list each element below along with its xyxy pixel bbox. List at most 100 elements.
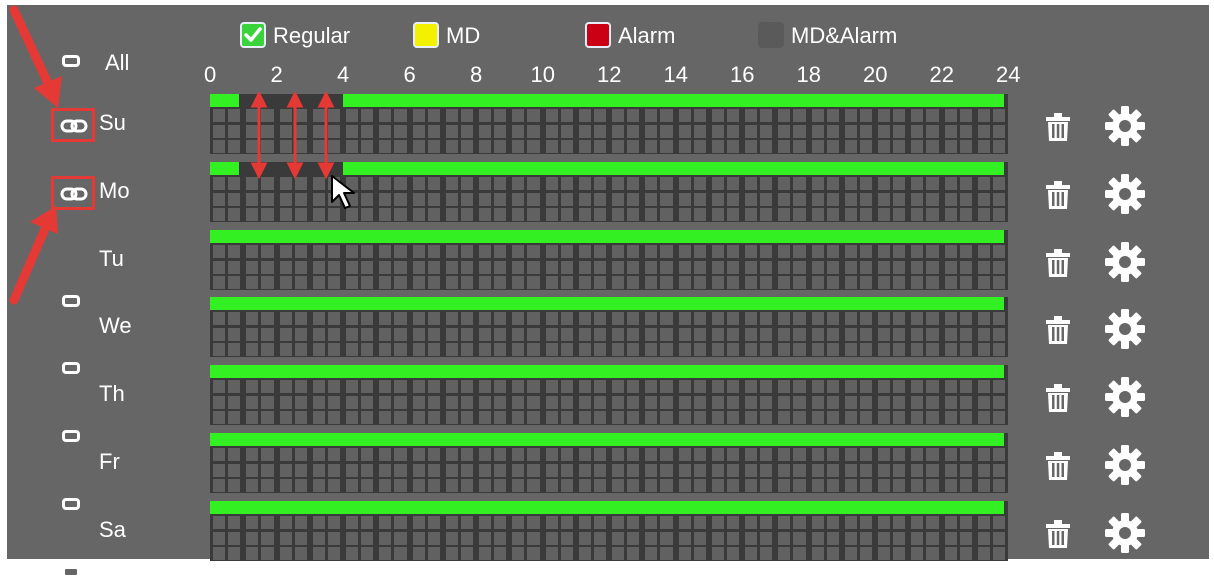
schedule-cell[interactable] xyxy=(878,208,891,221)
schedule-cell[interactable] xyxy=(745,411,758,424)
schedule-cell[interactable] xyxy=(911,125,924,138)
schedule-cell[interactable] xyxy=(844,208,857,221)
schedule-cell[interactable] xyxy=(760,109,773,122)
schedule-cell[interactable] xyxy=(560,177,573,190)
schedule-cell[interactable] xyxy=(412,276,425,289)
schedule-cell[interactable] xyxy=(926,411,939,424)
schedule-cell[interactable] xyxy=(745,193,758,206)
schedule-cell[interactable] xyxy=(760,193,773,206)
schedule-cell[interactable] xyxy=(246,532,259,545)
schedule-cell[interactable] xyxy=(911,312,924,325)
schedule-cell[interactable] xyxy=(678,140,691,153)
schedule-cell[interactable] xyxy=(778,343,791,356)
schedule-cell[interactable] xyxy=(527,396,540,409)
schedule-cell[interactable] xyxy=(760,208,773,221)
schedule-cell[interactable] xyxy=(911,109,924,122)
schedule-cell[interactable] xyxy=(992,193,1005,206)
schedule-cell[interactable] xyxy=(479,547,492,560)
schedule-cell[interactable] xyxy=(612,109,625,122)
schedule-cell[interactable] xyxy=(693,125,706,138)
schedule-cell[interactable] xyxy=(760,276,773,289)
schedule-cell[interactable] xyxy=(911,380,924,393)
schedule-cell[interactable] xyxy=(711,125,724,138)
schedule-cell[interactable] xyxy=(527,312,540,325)
schedule-cell[interactable] xyxy=(560,276,573,289)
schedule-cell[interactable] xyxy=(760,245,773,258)
schedule-cell[interactable] xyxy=(213,208,226,221)
schedule-cell[interactable] xyxy=(893,140,906,153)
schedule-cell[interactable] xyxy=(445,125,458,138)
schedule-cell[interactable] xyxy=(811,380,824,393)
schedule-cell[interactable] xyxy=(527,516,540,529)
schedule-cell[interactable] xyxy=(911,448,924,461)
schedule-cell[interactable] xyxy=(527,177,540,190)
schedule-cell[interactable] xyxy=(346,261,359,274)
schedule-cell[interactable] xyxy=(460,547,473,560)
schedule-cell[interactable] xyxy=(627,328,640,341)
schedule-cell[interactable] xyxy=(745,532,758,545)
schedule-cell[interactable] xyxy=(427,328,440,341)
schedule-cell[interactable] xyxy=(660,396,673,409)
schedule-cell[interactable] xyxy=(460,177,473,190)
schedule-cell[interactable] xyxy=(494,328,507,341)
schedule-cell[interactable] xyxy=(412,464,425,477)
schedule-cell[interactable] xyxy=(494,464,507,477)
schedule-cell[interactable] xyxy=(944,516,957,529)
schedule-cell[interactable] xyxy=(479,479,492,492)
schedule-cell[interactable] xyxy=(560,328,573,341)
schedule-cell[interactable] xyxy=(612,343,625,356)
schedule-cell[interactable] xyxy=(760,479,773,492)
schedule-cell[interactable] xyxy=(512,312,525,325)
schedule-cell[interactable] xyxy=(545,448,558,461)
schedule-cell[interactable] xyxy=(379,411,392,424)
schedule-cell[interactable] xyxy=(545,109,558,122)
schedule-cell[interactable] xyxy=(593,208,606,221)
schedule-cell[interactable] xyxy=(911,343,924,356)
schedule-cell[interactable] xyxy=(893,479,906,492)
schedule-cell[interactable] xyxy=(479,380,492,393)
schedule-cell[interactable] xyxy=(394,380,407,393)
schedule-cell[interactable] xyxy=(246,448,259,461)
schedule-cell[interactable] xyxy=(793,177,806,190)
schedule-cell[interactable] xyxy=(627,464,640,477)
schedule-cell[interactable] xyxy=(261,245,274,258)
schedule-cell[interactable] xyxy=(479,464,492,477)
schedule-cell[interactable] xyxy=(494,411,507,424)
schedule-cell[interactable] xyxy=(527,276,540,289)
regular-segment[interactable] xyxy=(343,94,1004,107)
schedule-cell[interactable] xyxy=(279,479,292,492)
schedule-cell[interactable] xyxy=(645,109,658,122)
schedule-cell[interactable] xyxy=(977,396,990,409)
schedule-cell[interactable] xyxy=(645,464,658,477)
schedule-cell[interactable] xyxy=(427,547,440,560)
schedule-cell[interactable] xyxy=(711,140,724,153)
schedule-cell[interactable] xyxy=(445,396,458,409)
schedule-cell[interactable] xyxy=(578,448,591,461)
schedule-cell[interactable] xyxy=(926,177,939,190)
schedule-cell[interactable] xyxy=(545,396,558,409)
schedule-cell[interactable] xyxy=(246,312,259,325)
schedule-cell[interactable] xyxy=(346,380,359,393)
schedule-cell[interactable] xyxy=(693,396,706,409)
schedule-cell[interactable] xyxy=(228,193,241,206)
schedule-cell[interactable] xyxy=(711,343,724,356)
schedule-cell[interactable] xyxy=(228,343,241,356)
schedule-cell[interactable] xyxy=(294,343,307,356)
schedule-cell[interactable] xyxy=(745,516,758,529)
schedule-cell[interactable] xyxy=(678,208,691,221)
schedule-cell[interactable] xyxy=(412,109,425,122)
schedule-cell[interactable] xyxy=(445,380,458,393)
schedule-cell[interactable] xyxy=(844,177,857,190)
schedule-cell[interactable] xyxy=(992,516,1005,529)
schedule-cell[interactable] xyxy=(959,479,972,492)
schedule-cell[interactable] xyxy=(427,125,440,138)
schedule-cell[interactable] xyxy=(660,261,673,274)
schedule-cell[interactable] xyxy=(693,177,706,190)
schedule-cell[interactable] xyxy=(660,193,673,206)
schedule-cell[interactable] xyxy=(246,464,259,477)
schedule-cell[interactable] xyxy=(944,396,957,409)
schedule-cell[interactable] xyxy=(711,411,724,424)
schedule-cell[interactable] xyxy=(246,245,259,258)
schedule-cell[interactable] xyxy=(228,448,241,461)
schedule-cell[interactable] xyxy=(228,479,241,492)
